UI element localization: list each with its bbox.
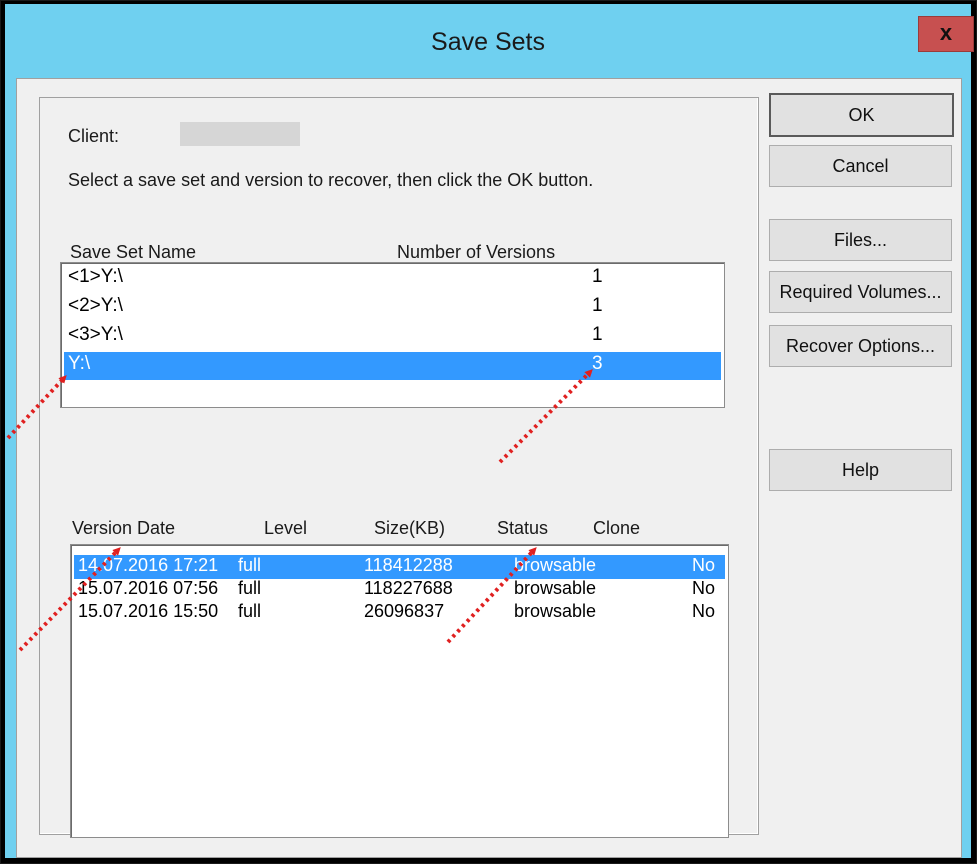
header-version-date[interactable]: Version Date [72, 518, 175, 539]
version-row[interactable]: 15.07.2016 07:56 full 118227688 browsable No [74, 578, 725, 602]
version-date: 15.07.2016 15:50 [78, 601, 219, 621]
window-frame: Save Sets x Client: Select a save set an… [5, 4, 974, 858]
version-size: 118412288 [364, 555, 453, 575]
save-set-name: Y:\ [68, 353, 91, 374]
version-list[interactable]: 14.07.2016 17:21 full 118412288 browsable No… [70, 544, 729, 838]
window-title: Save Sets [431, 28, 545, 56]
save-set-row[interactable]: <1>Y:\ 1 [64, 265, 721, 293]
version-row[interactable]: 14.07.2016 17:21 full 118412288 browsable No [74, 555, 725, 579]
close-icon: x [939, 20, 953, 45]
save-sets-dialog: Save Sets x Client: Select a save set an… [0, 0, 977, 864]
ok-button[interactable]: OK [769, 93, 954, 137]
required-volumes-button[interactable]: Required Volumes... [769, 271, 952, 313]
version-status: browsable [514, 555, 597, 575]
client-name-redacted [180, 122, 300, 146]
client-label: Client: [68, 126, 120, 146]
save-set-row[interactable]: <2>Y:\ 1 [64, 294, 721, 322]
recover-options-button[interactable]: Recover Options... [769, 325, 952, 367]
help-button[interactable]: Help [769, 449, 952, 491]
save-set-version-count: 1 [592, 266, 603, 287]
version-level: full [238, 555, 262, 575]
cancel-button[interactable]: Cancel [769, 145, 952, 187]
version-level: full [238, 578, 262, 598]
save-set-version-count: 1 [592, 324, 603, 345]
title-bar[interactable]: Save Sets x [5, 4, 974, 78]
save-set-row[interactable]: Y:\ 3 [64, 352, 721, 380]
dialog-body: Client: Select a save set and version to… [16, 78, 962, 858]
version-size: 118227688 [364, 578, 453, 598]
save-set-name: <1>Y:\ [68, 266, 123, 287]
version-date: 14.07.2016 17:21 [78, 555, 219, 575]
save-set-version-count: 1 [592, 295, 603, 316]
save-set-list[interactable]: <1>Y:\ 1 <2>Y:\ 1 <3>Y:\ 1 Y:\ 3 [60, 262, 725, 408]
save-set-name: <3>Y:\ [68, 324, 123, 345]
header-clone[interactable]: Clone [593, 518, 640, 539]
save-set-group-box: Client: Select a save set and version to… [39, 97, 759, 838]
version-date: 15.07.2016 07:56 [78, 578, 219, 598]
header-level[interactable]: Level [264, 518, 307, 539]
close-button[interactable]: x [918, 16, 974, 52]
header-status[interactable]: Status [497, 518, 548, 539]
version-row[interactable]: 15.07.2016 15:50 full 26096837 browsable No [74, 601, 725, 625]
version-status: browsable [514, 578, 597, 598]
version-clone: No [692, 601, 716, 621]
header-save-set-name[interactable]: Save Set Name [70, 242, 196, 263]
version-size: 26096837 [364, 601, 445, 621]
header-number-of-versions[interactable]: Number of Versions [397, 242, 555, 263]
header-size[interactable]: Size(KB) [374, 518, 445, 539]
save-set-version-count: 3 [592, 353, 603, 374]
version-clone: No [692, 555, 716, 575]
files-button[interactable]: Files... [769, 219, 952, 261]
version-clone: No [692, 578, 716, 598]
instruction-text: Select a save set and version to recover… [68, 170, 594, 190]
version-status: browsable [514, 601, 597, 621]
version-level: full [238, 601, 262, 621]
save-set-row[interactable]: <3>Y:\ 1 [64, 323, 721, 351]
save-set-name: <2>Y:\ [68, 295, 123, 316]
